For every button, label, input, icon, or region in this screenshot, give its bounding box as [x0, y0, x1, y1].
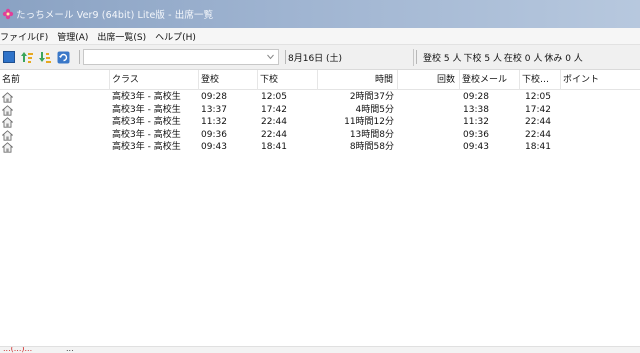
column-class[interactable]: クラス	[110, 70, 199, 90]
house-icon	[2, 104, 13, 116]
stop-icon	[3, 51, 15, 63]
menu-attendance[interactable]: 出席一覧(S)	[97, 30, 151, 43]
column-count[interactable]: 回数	[398, 70, 460, 90]
cell-class: 高校3年 - 高校生	[112, 92, 181, 102]
sort-down-icon	[39, 52, 51, 63]
class-filter-combo[interactable]	[83, 49, 279, 65]
column-points[interactable]: ポイント	[561, 70, 640, 90]
table-row[interactable]: 高校3年 - 高校生 11:32 22:44 11時間12分 11:32 22:…	[0, 116, 640, 129]
sort-down-button[interactable]	[37, 49, 53, 65]
cell-duration: 2時間37分	[349, 92, 394, 102]
cell-in: 09:28	[201, 92, 227, 102]
column-in[interactable]: 登校	[199, 70, 258, 90]
cell-in: 13:37	[201, 104, 227, 115]
cell-out-mail: 12:05	[525, 92, 551, 102]
cell-in-mail: 09:28	[463, 92, 489, 102]
stop-button[interactable]	[1, 49, 17, 65]
cell-in: 09:43	[201, 142, 227, 152]
table-row[interactable]: 高校3年 - 高校生 09:43 18:41 8時間58分 09:43 18:4…	[0, 141, 640, 154]
attendance-summary: 登校 5 人 下校 5 人 在校 0 人 休み 0 人	[423, 51, 585, 64]
cell-count	[398, 141, 456, 154]
cell-duration: 8時間58分	[349, 142, 394, 152]
cell-in: 11:32	[201, 117, 227, 127]
refresh-button[interactable]	[55, 49, 71, 65]
sort-up-button[interactable]	[19, 49, 35, 65]
status-present: 登校 5 人	[423, 53, 462, 64]
cell-class: 高校3年 - 高校生	[112, 129, 181, 140]
cell-count	[398, 129, 456, 142]
cell-out: 22:44	[261, 129, 287, 140]
cell-out-mail: 22:44	[525, 117, 551, 127]
toolbar-separator	[79, 50, 80, 64]
cell-class: 高校3年 - 高校生	[112, 142, 181, 152]
house-icon	[2, 142, 13, 153]
cell-in-mail: 11:32	[463, 117, 489, 127]
cell-duration: 4時間5分	[355, 104, 394, 115]
cell-in-mail: 09:43	[463, 142, 489, 152]
status-in-school: 在校 0 人	[503, 53, 543, 64]
cell-out: 17:42	[261, 104, 287, 115]
app-flower-icon	[2, 8, 14, 20]
menu-manage[interactable]: 管理(A)	[57, 30, 93, 43]
menu-file[interactable]: ファイル(F)	[0, 30, 53, 43]
house-icon	[2, 92, 13, 103]
cell-in-mail: 09:36	[463, 129, 489, 140]
status-absent: 休み 0 人	[544, 53, 583, 64]
cell-out-mail: 22:44	[525, 129, 551, 140]
status-right-text: ...	[66, 346, 74, 353]
attendance-table: 高校3年 - 高校生 09:28 12:05 2時間37分 09:28 12:0…	[0, 91, 640, 154]
menu-help[interactable]: ヘルプ(H)	[155, 30, 201, 43]
column-name[interactable]: 名前	[0, 70, 110, 90]
date-label: 8月16日 (土)	[286, 48, 414, 66]
toolbar: 8月16日 (土) 登校 5 人 下校 5 人 在校 0 人 休み 0 人	[0, 44, 640, 70]
cell-in: 09:36	[201, 129, 227, 140]
table-header: 名前 クラス 登校 下校 時間 回数 登校メール 下校… ポイント	[0, 70, 640, 90]
sort-up-icon	[21, 52, 33, 63]
table-row[interactable]: 高校3年 - 高校生 09:36 22:44 13時間8分 09:36 22:4…	[0, 129, 640, 142]
cell-duration: 11時間12分	[344, 117, 394, 127]
title-bar: たっちメール Ver9 (64bit) Lite版 - 出席一覧	[0, 0, 640, 28]
column-out[interactable]: 下校	[258, 70, 318, 90]
status-left-text: ...(...)...	[3, 346, 33, 353]
menu-bar: ファイル(F) 管理(A) 出席一覧(S) ヘルプ(H)	[0, 28, 640, 44]
cell-count	[398, 116, 456, 129]
table-row[interactable]: 高校3年 - 高校生 09:28 12:05 2時間37分 09:28 12:0…	[0, 91, 640, 104]
cell-count	[398, 91, 456, 104]
window-title: たっちメール Ver9 (64bit) Lite版 - 出席一覧	[16, 10, 214, 21]
cell-out: 18:41	[261, 142, 287, 152]
column-in-mail[interactable]: 登校メール	[460, 70, 520, 90]
table-row[interactable]: 高校3年 - 高校生 13:37 17:42 4時間5分 13:38 17:42	[0, 104, 640, 117]
cell-class: 高校3年 - 高校生	[112, 117, 181, 127]
toolbar-separator	[416, 50, 417, 64]
column-out-mail[interactable]: 下校…	[520, 70, 561, 90]
refresh-icon	[57, 51, 69, 63]
house-icon	[2, 129, 13, 141]
status-left: 下校 5 人	[463, 53, 502, 64]
chevron-down-icon	[267, 54, 274, 60]
cell-count	[398, 104, 456, 117]
cell-in-mail: 13:38	[463, 104, 489, 115]
status-bar: ...(...)... ...	[0, 346, 640, 353]
cell-class: 高校3年 - 高校生	[112, 104, 181, 115]
cell-out-mail: 18:41	[525, 142, 551, 152]
cell-duration: 13時間8分	[349, 129, 394, 140]
house-icon	[2, 117, 13, 128]
cell-out: 12:05	[261, 92, 287, 102]
cell-out-mail: 17:42	[525, 104, 551, 115]
column-duration[interactable]: 時間	[318, 70, 398, 90]
cell-out: 22:44	[261, 117, 287, 127]
